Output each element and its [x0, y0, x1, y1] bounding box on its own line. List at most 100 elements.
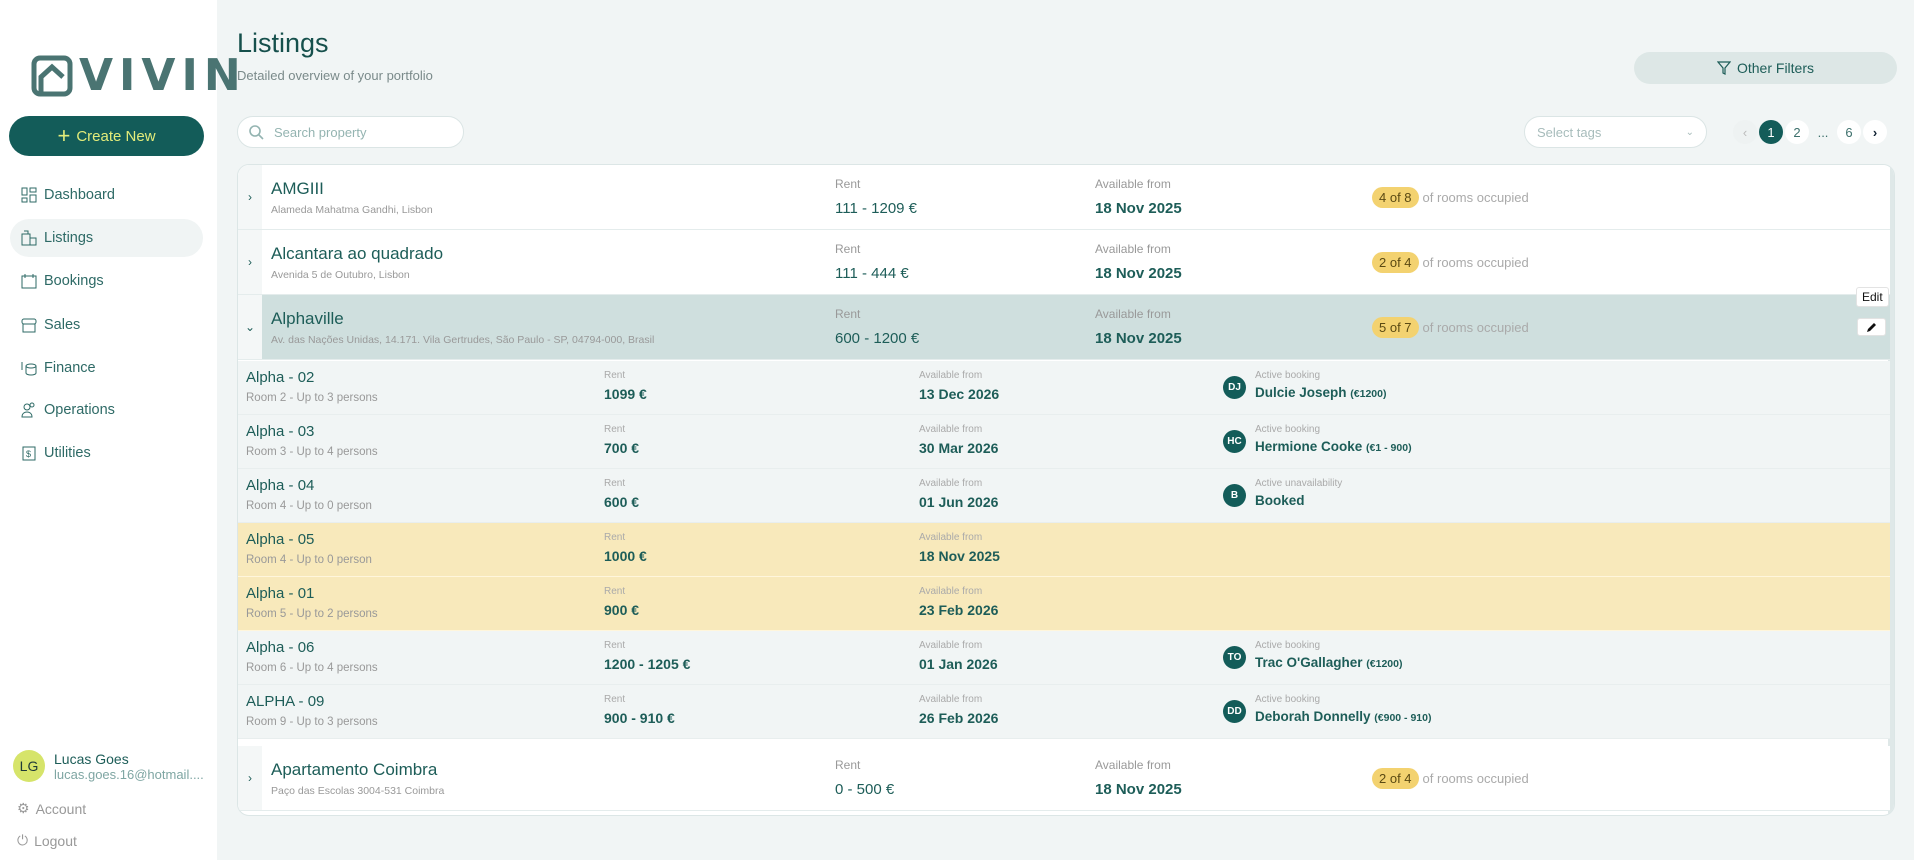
property-row[interactable]: › Apartamento Coimbra Paço das Escolas 3…	[238, 746, 1890, 811]
room-description: Room 4 - Up to 0 person	[246, 500, 372, 512]
property-row[interactable]: › Alcantara ao quadrado Avenida 5 de Out…	[238, 230, 1890, 295]
sidebar-item-utilities[interactable]: $ Utilities	[10, 434, 203, 472]
room-description: Room 4 - Up to 0 person	[246, 554, 372, 566]
page-1-button[interactable]: 1	[1759, 120, 1783, 144]
logout-label: Logout	[34, 832, 77, 849]
page-2-button[interactable]: 2	[1785, 120, 1809, 144]
building-icon	[21, 230, 37, 246]
chevron-down-icon[interactable]: ⌄	[238, 295, 262, 359]
other-filters-label: Other Filters	[1736, 60, 1814, 76]
search-box[interactable]	[237, 116, 464, 148]
coins-icon	[21, 362, 37, 376]
rent-label: Rent	[835, 177, 861, 191]
prev-page-button[interactable]: ‹	[1733, 120, 1757, 144]
available-value: 23 Feb 2026	[919, 602, 999, 618]
rent-value: 111 - 444 €	[835, 265, 909, 282]
available-label: Available from	[1095, 177, 1171, 191]
booking-guest[interactable]: Hermione Cooke (€1 - 900)	[1255, 439, 1412, 454]
user-name: Lucas Goes	[54, 750, 129, 767]
room-row[interactable]: Alpha - 06 Room 6 - Up to 4 persons Rent…	[238, 631, 1890, 685]
chevron-right-icon[interactable]: ›	[238, 746, 262, 810]
room-name[interactable]: Alpha - 04	[246, 477, 314, 494]
available-label: Available from	[919, 370, 983, 381]
chevron-down-icon: ⌄	[1685, 126, 1694, 138]
create-new-button[interactable]: + Create New	[9, 116, 204, 156]
booking-guest[interactable]: Deborah Donnelly (€900 - 910)	[1255, 709, 1431, 724]
property-name[interactable]: AMGIII	[271, 179, 324, 199]
booking-status-label: Active booking	[1255, 424, 1321, 435]
rent-label: Rent	[604, 532, 626, 543]
sidebar-item-bookings[interactable]: Bookings	[10, 262, 203, 300]
occupancy: 2 of 4 of rooms occupied	[1372, 768, 1529, 789]
property-row[interactable]: ⌄ Alphaville Av. das Nações Unidas, 14.1…	[238, 295, 1890, 360]
booking-guest[interactable]: Booked	[1255, 493, 1305, 508]
room-name[interactable]: Alpha - 01	[246, 585, 314, 602]
guest-avatar: TO	[1223, 646, 1246, 669]
property-name[interactable]: Apartamento Coimbra	[271, 760, 437, 780]
rent-label: Rent	[604, 640, 626, 651]
occupancy-label: of rooms occupied	[1422, 255, 1529, 270]
booking-status-label: Active booking	[1255, 640, 1321, 651]
pagination: ‹ 1 2 ... 6 ›	[1733, 120, 1887, 144]
guest-name: Dulcie Joseph	[1255, 385, 1347, 400]
house-logo-icon	[31, 55, 73, 96]
sidebar-item-sales[interactable]: Sales	[10, 306, 203, 344]
rent-label: Rent	[835, 307, 861, 321]
search-input[interactable]	[274, 124, 444, 140]
available-label: Available from	[919, 532, 983, 543]
logo[interactable]: VIVIN	[31, 50, 247, 101]
svg-text:$: $	[26, 449, 31, 459]
sidebar-item-listings[interactable]: Listings	[10, 219, 203, 257]
booking-guest[interactable]: Dulcie Joseph (€1200)	[1255, 385, 1387, 400]
rent-value: 900 - 910 €	[604, 710, 675, 726]
rent-label: Rent	[604, 586, 626, 597]
edit-button[interactable]	[1857, 318, 1886, 336]
property-name[interactable]: Alcantara ao quadrado	[271, 244, 443, 264]
calendar-icon	[21, 274, 37, 289]
sidebar-item-label: Operations	[44, 402, 115, 418]
room-name[interactable]: ALPHA - 09	[246, 693, 324, 710]
room-name[interactable]: Alpha - 02	[246, 369, 314, 386]
room-name[interactable]: Alpha - 06	[246, 639, 314, 656]
search-icon	[249, 125, 264, 140]
sidebar-item-dashboard[interactable]: Dashboard	[10, 176, 203, 214]
rent-label: Rent	[835, 242, 861, 256]
user-profile[interactable]: LG Lucas Goes lucas.goes.16@hotmail....	[13, 750, 204, 782]
booking-amount: (€1200)	[1366, 658, 1403, 670]
chevron-right-icon[interactable]: ›	[238, 230, 262, 294]
sidebar: VIVIN + Create New Dashboard Listings Book…	[0, 0, 241, 860]
booking-guest[interactable]: Trac O'Gallagher (€1200)	[1255, 655, 1402, 670]
sidebar-item-finance[interactable]: Finance	[10, 349, 203, 387]
room-row[interactable]: Alpha - 01 Room 5 - Up to 2 persons Rent…	[238, 577, 1890, 631]
property-row[interactable]: › AMGIII Alameda Mahatma Gandhi, Lisbon …	[238, 165, 1890, 230]
dashboard-icon	[21, 187, 37, 203]
room-name[interactable]: Alpha - 03	[246, 423, 314, 440]
page-6-button[interactable]: 6	[1837, 120, 1861, 144]
logout-link[interactable]: ⏻ Logout	[17, 832, 77, 849]
room-description: Room 6 - Up to 4 persons	[246, 662, 378, 674]
room-row[interactable]: Alpha - 05 Room 4 - Up to 0 person Rent …	[238, 523, 1890, 577]
room-row[interactable]: ALPHA - 09 Room 9 - Up to 3 persons Rent…	[238, 685, 1890, 739]
chevron-right-icon[interactable]: ›	[238, 165, 262, 229]
room-name[interactable]: Alpha - 05	[246, 531, 314, 548]
occupancy-badge: 2 of 4	[1372, 252, 1419, 273]
rent-value: 111 - 1209 €	[835, 200, 918, 217]
rent-value: 1000 €	[604, 548, 647, 564]
other-filters-button[interactable]: Other Filters	[1634, 52, 1897, 84]
rent-value: 1099 €	[604, 386, 647, 402]
sidebar-item-label: Sales	[44, 317, 81, 333]
room-row[interactable]: Alpha - 02 Room 2 - Up to 3 persons Rent…	[238, 361, 1890, 415]
available-label: Available from	[919, 694, 983, 705]
sidebar-item-operations[interactable]: Operations	[10, 391, 203, 429]
property-name[interactable]: Alphaville	[271, 309, 344, 329]
account-link[interactable]: ⚙ Account	[17, 800, 86, 817]
edit-tooltip: Edit	[1856, 287, 1889, 307]
available-label: Available from	[1095, 758, 1171, 772]
room-row[interactable]: Alpha - 03 Room 3 - Up to 4 persons Rent…	[238, 415, 1890, 469]
pagination-ellipsis: ...	[1817, 124, 1829, 140]
next-page-button[interactable]: ›	[1863, 120, 1887, 144]
room-row[interactable]: Alpha - 04 Room 4 - Up to 0 person Rent …	[238, 469, 1890, 523]
select-tags-dropdown[interactable]: Select tags ⌄	[1524, 116, 1707, 148]
occupancy: 2 of 4 of rooms occupied	[1372, 252, 1529, 273]
available-label: Available from	[919, 424, 983, 435]
